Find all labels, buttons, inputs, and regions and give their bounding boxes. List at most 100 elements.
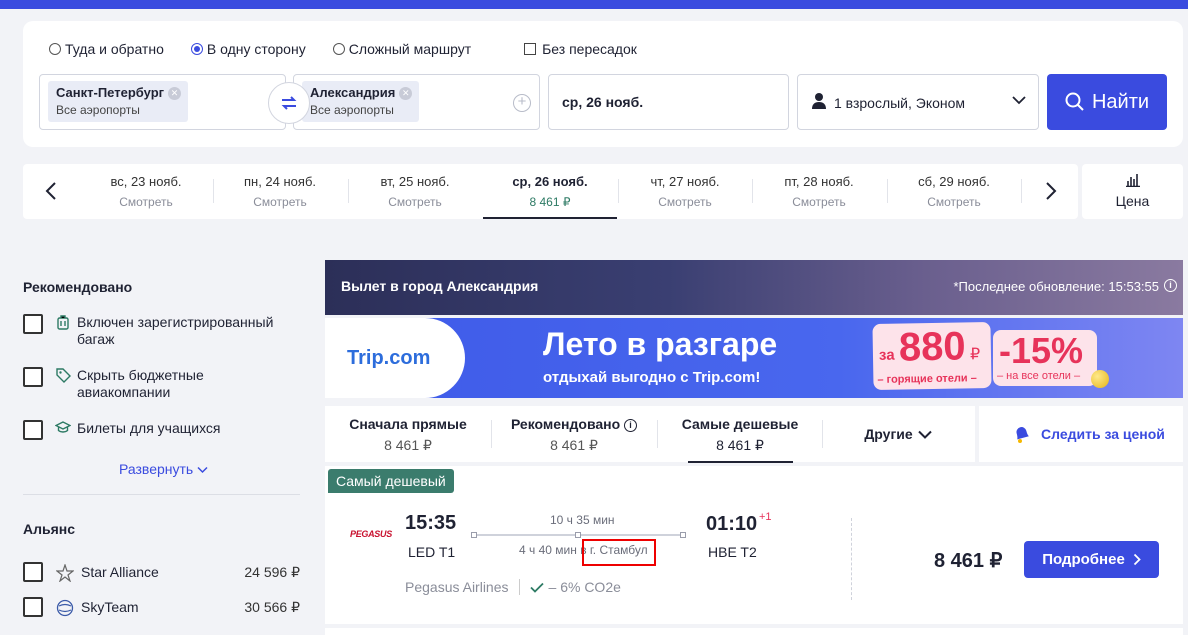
prev-dates-button[interactable] <box>36 176 66 206</box>
info-icon[interactable]: i <box>1164 279 1177 292</box>
chevron-left-icon <box>45 182 56 200</box>
luggage-icon <box>55 314 71 330</box>
filter-label: Билеты для учащихся <box>77 420 221 436</box>
annotation-highlight <box>582 539 656 566</box>
date-strip: вс, 23 нояб. Смотреть пн, 24 нояб. Смотр… <box>23 164 1078 219</box>
stop-marker <box>575 532 581 538</box>
filter-skyteam[interactable]: SkyTeam 30 566 ₽ <box>23 597 300 617</box>
promo-prefix: за <box>878 346 895 364</box>
remove-origin-icon[interactable]: ✕ <box>168 87 182 100</box>
chevron-down-icon <box>1012 96 1026 105</box>
search-button[interactable]: Найти <box>1047 74 1167 130</box>
checkbox[interactable] <box>23 562 43 582</box>
sort-title-text: Рекомендовано <box>510 416 621 432</box>
nonstop-checkbox[interactable]: Без пересадок <box>524 41 637 57</box>
date-price: 8 461 ₽ <box>529 195 571 209</box>
date-tab[interactable]: вт, 25 нояб. Смотреть <box>348 164 482 219</box>
filter-hide-budget[interactable]: Скрыть бюджетные авиакомпании <box>23 367 237 401</box>
origin-city: Санкт-Петербург <box>56 85 165 100</box>
date-tab[interactable]: пт, 28 нояб. Смотреть <box>752 164 886 219</box>
radio-multi-city[interactable]: Сложный маршрут <box>332 41 471 57</box>
date-tab[interactable]: сб, 29 нояб. Смотреть <box>887 164 1021 219</box>
radio-dot-selected <box>190 43 203 55</box>
arrival-airport: HBE T2 <box>708 544 757 560</box>
passengers-field[interactable]: 1 взрослый, Эконом <box>797 74 1039 130</box>
next-dates-button[interactable] <box>1036 176 1066 206</box>
filter-label: Включен зарегистрированный багаж <box>77 314 274 347</box>
bar-chart-icon <box>1125 174 1140 188</box>
details-label: Подробнее <box>1042 551 1125 568</box>
radio-dot <box>49 43 61 55</box>
checkbox[interactable] <box>23 314 43 334</box>
date-price: Смотреть <box>658 195 712 209</box>
divider <box>851 518 852 600</box>
add-city-icon[interactable]: + <box>513 94 531 112</box>
radio-one-way[interactable]: В одну сторону <box>190 41 306 57</box>
next-flight-card[interactable] <box>325 628 1183 635</box>
track-price-label: Следить за ценой <box>1041 426 1165 442</box>
co2-label: – 6% CO2e <box>548 579 621 595</box>
date-price: Смотреть <box>119 195 173 209</box>
radio-round-trip[interactable]: Туда и обратно <box>49 41 164 57</box>
flight-card[interactable]: Самый дешевый PEGASUS 15:35 LED T1 10 ч … <box>325 466 1183 624</box>
co2-info[interactable]: – 6% CO2e <box>529 579 621 595</box>
track-price-button[interactable]: Следить за ценой <box>979 406 1183 462</box>
filter-star-alliance[interactable]: Star Alliance 24 596 ₽ <box>23 562 300 582</box>
info-icon[interactable]: i <box>624 419 638 432</box>
alliance-price: 24 596 ₽ <box>244 563 300 580</box>
sort-title: Самые дешевые <box>681 416 799 432</box>
sort-other-dropdown[interactable]: Другие <box>823 406 973 462</box>
day-offset: +1 <box>759 511 772 523</box>
destination-city: Александрия <box>310 85 396 100</box>
passengers-value: 1 взрослый, Эконом <box>834 95 966 111</box>
date-tab-selected[interactable]: ср, 26 нояб. 8 461 ₽ <box>483 164 617 219</box>
remove-destination-icon[interactable]: ✕ <box>399 87 413 100</box>
pegasus-logo: PEGASUS <box>350 529 392 539</box>
filter-label: Скрыть бюджетные авиакомпании <box>77 367 204 400</box>
departure-time: 15:35 <box>405 512 457 534</box>
price-chart-button[interactable]: Цена <box>1082 164 1183 219</box>
sort-title: Рекомендовано i <box>491 416 657 432</box>
date-tab[interactable]: пн, 24 нояб. Смотреть <box>213 164 347 219</box>
date-price: Смотреть <box>927 195 981 209</box>
date-field[interactable]: ср, 26 нояб. <box>548 74 789 130</box>
trip-type-row: Туда и обратно В одну сторону Сложный ма… <box>49 41 637 57</box>
active-tab-indicator <box>688 461 793 463</box>
route-start-marker <box>471 532 477 538</box>
date-price: Смотреть <box>253 195 307 209</box>
price-chart-label: Цена <box>1115 193 1150 209</box>
swap-cities-button[interactable] <box>268 82 310 124</box>
checkbox[interactable] <box>23 367 43 387</box>
checkbox[interactable] <box>23 597 43 617</box>
date-price: Смотреть <box>792 195 846 209</box>
details-button[interactable]: Подробнее <box>1024 541 1159 578</box>
checkbox[interactable] <box>23 420 43 440</box>
sort-recommended[interactable]: Рекомендовано i 8 461 ₽ <box>491 406 657 462</box>
promo-banner[interactable]: Trip.com Лето в разгаре отдыхай выгодно … <box>325 318 1183 398</box>
sort-direct-first[interactable]: Сначала прямые 8 461 ₽ <box>325 406 491 462</box>
search-form: Туда и обратно В одну сторону Сложный ма… <box>23 21 1183 147</box>
promo-all-hotels: -15% – на все отели – <box>993 330 1097 386</box>
origin-airports: Все аэропорты <box>56 103 140 117</box>
chevron-down-icon <box>917 430 932 439</box>
origin-field[interactable]: Санкт-Петербург Все аэропорты ✕ <box>39 74 286 130</box>
banner-subline: отдыхай выгодно с Trip.com! <box>543 369 761 386</box>
sort-cheapest[interactable]: Самые дешевые 8 461 ₽ <box>657 406 823 462</box>
date-tab[interactable]: вс, 23 нояб. Смотреть <box>79 164 213 219</box>
sort-title: Сначала прямые <box>349 416 467 432</box>
departure-airport: LED T1 <box>408 544 456 560</box>
results-header: Вылет в город Александрия *Последнее обн… <box>325 260 1183 315</box>
filter-checked-baggage[interactable]: Включен зарегистрированный багаж <box>23 314 277 348</box>
date-label: вт, 25 нояб. <box>380 174 450 189</box>
divider <box>1021 179 1022 203</box>
filter-students[interactable]: Билеты для учащихся <box>23 420 221 440</box>
radio-label: В одну сторону <box>206 41 306 57</box>
promo-value: -15% <box>999 330 1084 371</box>
date-label: чт, 27 нояб. <box>650 174 720 189</box>
date-tab[interactable]: чт, 27 нояб. Смотреть <box>618 164 752 219</box>
expand-filters-link[interactable]: Развернуть <box>119 461 208 477</box>
other-label: Другие <box>864 426 913 442</box>
radio-label: Туда и обратно <box>65 41 164 57</box>
destination-field[interactable]: Александрия Все аэропорты ✕ + <box>293 74 540 130</box>
flight-duration: 10 ч 35 мин <box>550 513 615 527</box>
